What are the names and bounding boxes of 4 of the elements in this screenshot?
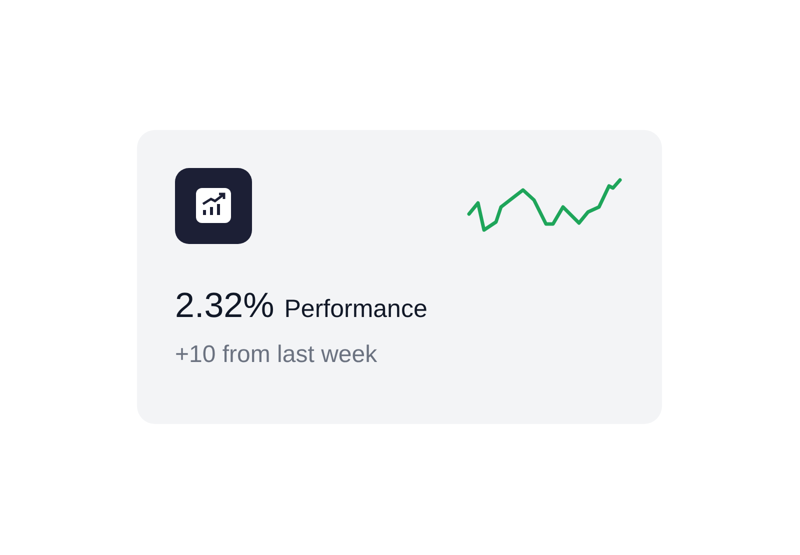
performance-label: Performance — [284, 297, 428, 322]
chart-icon — [175, 168, 252, 244]
weekly-change: +10 from last week — [175, 343, 378, 367]
performance-value: 2.32% — [175, 288, 274, 323]
